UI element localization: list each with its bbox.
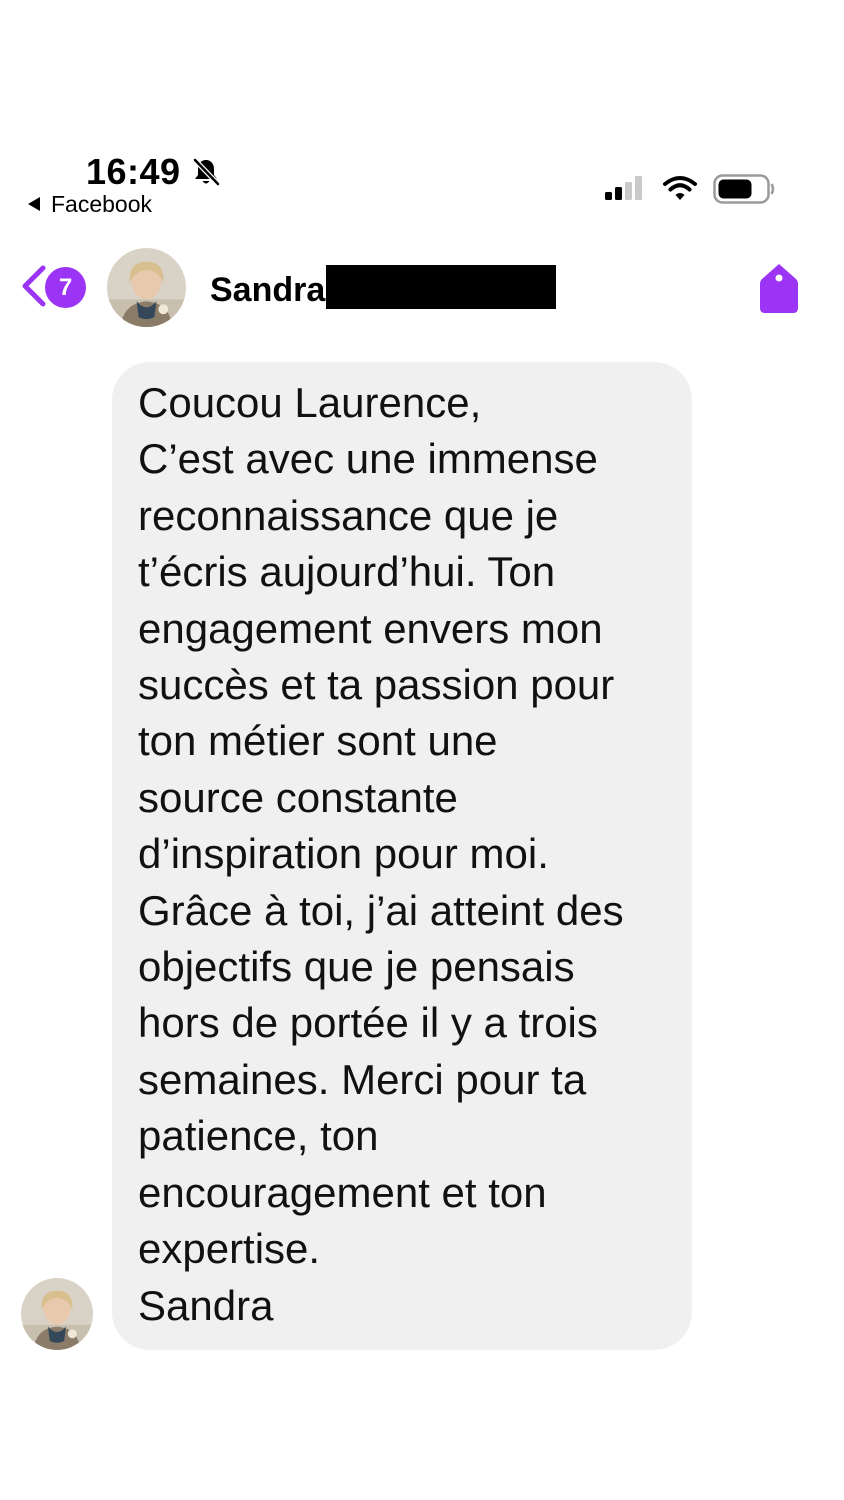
message-line: Coucou Laurence,: [138, 379, 482, 426]
cellular-signal-icon: [605, 176, 642, 200]
avatar-photo: [21, 1278, 93, 1350]
message-line: ton métier sont une: [138, 717, 498, 765]
back-to-facebook-button[interactable]: Facebook: [26, 190, 152, 218]
message-bubble[interactable]: Coucou Laurence, C’est avec une immense …: [112, 362, 692, 1350]
tag-icon[interactable]: [758, 262, 800, 314]
message-line: hors de portée il y a trois: [138, 999, 598, 1047]
back-app-label: Facebook: [51, 191, 153, 217]
message-line: objectifs que je pensais: [138, 943, 575, 991]
message-line: C’est avec une immense: [138, 435, 598, 483]
back-triangle-icon: [28, 197, 40, 211]
wifi-icon: [663, 176, 697, 200]
avatar-photo: [107, 248, 186, 327]
message-text: Coucou Laurence, C’est avec une immense …: [138, 375, 624, 1334]
message-line: engagement envers mon: [138, 604, 603, 652]
sender-avatar[interactable]: [21, 1278, 93, 1350]
chevron-left-icon[interactable]: [18, 264, 48, 308]
bell-slash-icon: [193, 158, 220, 186]
message-line: Sandra: [138, 1281, 274, 1329]
message-line: source constante: [138, 773, 458, 821]
message-line: t’écris aujourd’hui. Ton: [138, 548, 556, 596]
message-line: expertise.: [138, 1225, 321, 1273]
message-line: encouragement et ton: [138, 1168, 547, 1216]
message-line: semaines. Merci pour ta: [138, 1055, 587, 1103]
message-line: reconnaissance que je: [138, 491, 559, 539]
unread-count-badge[interactable]: 7: [45, 267, 86, 308]
contact-avatar[interactable]: [107, 248, 186, 327]
message-line: succès et ta passion pour: [138, 661, 615, 709]
message-line: d’inspiration pour moi.: [138, 830, 549, 878]
battery-icon: [713, 174, 775, 204]
contact-name[interactable]: Sandra: [210, 270, 325, 310]
message-line: Grâce à toi, j’ai atteint des: [138, 886, 624, 934]
message-line: patience, ton: [138, 1112, 379, 1160]
status-time: 16:49: [86, 151, 181, 192]
redaction-bar: [326, 265, 556, 309]
